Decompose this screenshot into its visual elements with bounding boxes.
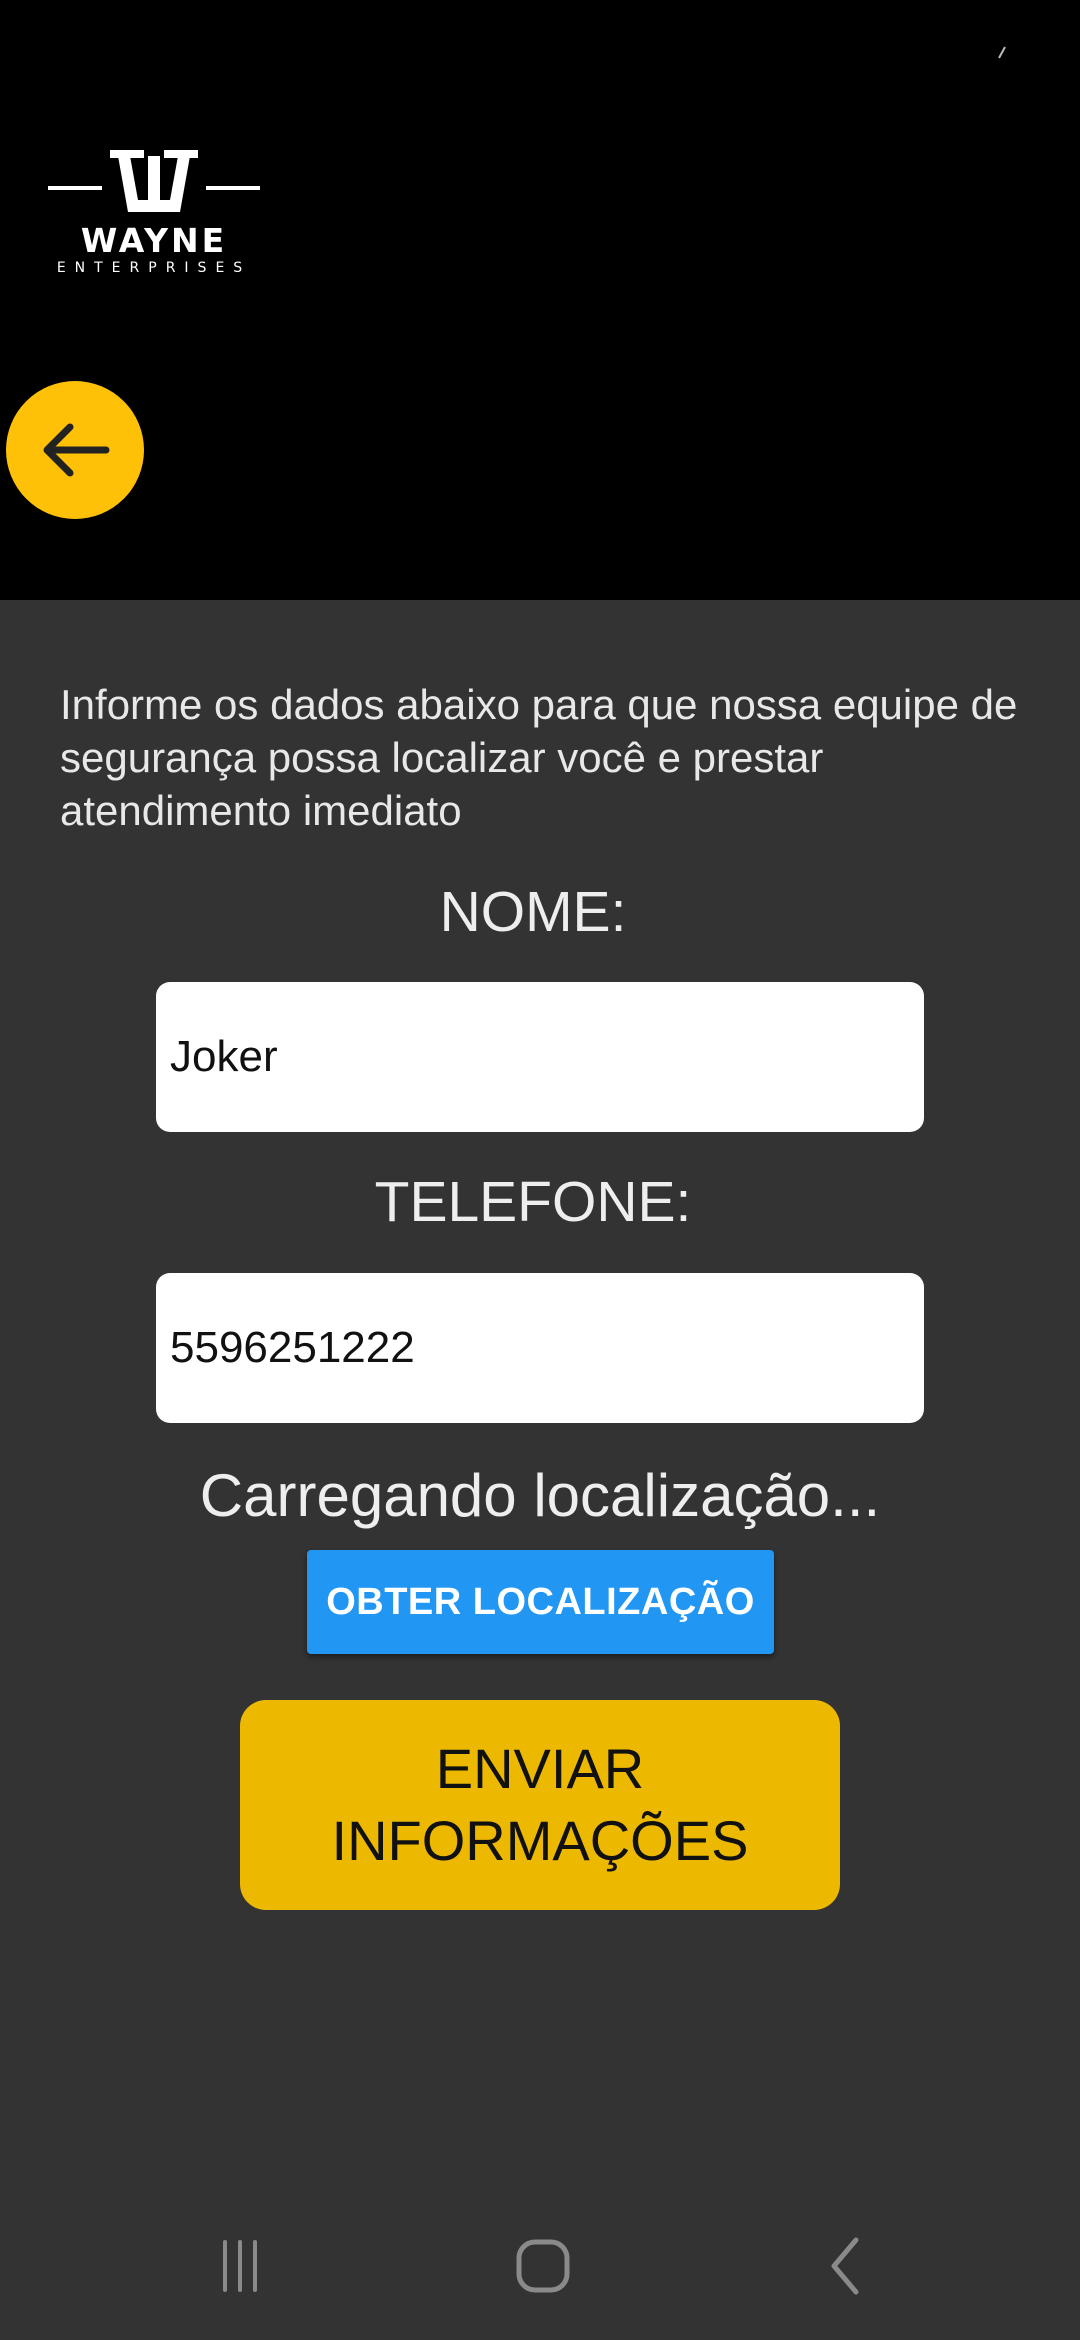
wayne-enterprises-logo: WAYNE ENTERPRISES	[44, 146, 264, 276]
location-status: Carregando localização...	[199, 1462, 881, 1529]
name-label: NOME:	[439, 880, 627, 944]
status-indicator-icon	[998, 46, 1006, 59]
recents-button[interactable]	[200, 2226, 280, 2306]
name-input[interactable]	[156, 982, 924, 1132]
back-chevron-icon	[831, 2237, 859, 2295]
app-screen: WAYNE ENTERPRISES Informe os dados abaix…	[0, 0, 1080, 2340]
home-button[interactable]	[503, 2226, 583, 2306]
get-location-button[interactable]: OBTER LOCALIZAÇÃO	[307, 1550, 774, 1654]
system-nav-bar	[0, 2190, 1080, 2340]
logo-wordmark: WAYNE	[80, 221, 228, 260]
submit-info-button[interactable]: ENVIAR INFORMAÇÕES	[240, 1700, 840, 1910]
back-button[interactable]	[6, 381, 144, 519]
nav-back-button[interactable]	[806, 2226, 886, 2306]
phone-input[interactable]	[156, 1273, 924, 1423]
header: WAYNE ENTERPRISES	[0, 0, 1080, 600]
intro-text: Informe os dados abaixo para que nossa e…	[60, 681, 1018, 834]
home-icon	[516, 2239, 570, 2293]
arrow-left-icon	[43, 423, 110, 477]
wayne-w-emblem-icon	[48, 150, 260, 212]
recents-icon	[223, 2240, 257, 2292]
logo-subwordmark: ENTERPRISES	[56, 260, 252, 276]
phone-label: TELEFONE:	[374, 1170, 692, 1234]
